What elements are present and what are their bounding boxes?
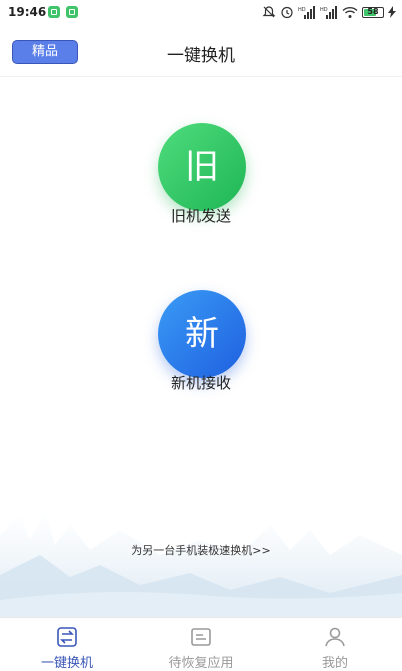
app-notification-icon [48, 6, 60, 18]
tab-restore-apps[interactable]: 待恢复应用 [134, 618, 268, 671]
battery-icon: 58 [362, 6, 384, 18]
tab-one-key-switch[interactable]: 一键换机 [0, 618, 134, 671]
old-phone-send[interactable]: 旧 旧机发送 [0, 123, 402, 233]
svg-text:HD: HD [320, 7, 328, 13]
bottom-tab-bar: 一键换机 待恢复应用 我的 [0, 617, 402, 671]
header: 精品 一键换机 [0, 24, 402, 77]
signal-icon: HD [320, 5, 337, 19]
battery-level: 58 [367, 6, 379, 16]
install-on-another-phone-link[interactable]: 为另一台手机装极速换机>> [0, 542, 402, 558]
user-icon [325, 627, 345, 647]
restore-apps-icon [191, 628, 211, 646]
charging-icon [388, 6, 396, 18]
status-time: 19:46 [8, 5, 47, 19]
new-phone-receive[interactable]: 新 新机接收 [0, 290, 402, 400]
svg-text:HD: HD [298, 7, 306, 13]
signal-icon: HD [298, 5, 315, 19]
new-phone-receive-button[interactable]: 新 [158, 290, 246, 378]
old-phone-send-button[interactable]: 旧 [158, 123, 246, 211]
status-icons: HD HD 58 [262, 4, 396, 20]
page-title: 一键换机 [167, 46, 235, 66]
new-phone-receive-label[interactable]: 新机接收 [0, 372, 402, 393]
old-phone-send-label[interactable]: 旧机发送 [0, 205, 402, 226]
mute-icon [262, 6, 276, 18]
phone-switch-icon [57, 627, 77, 647]
app-notification-icon [66, 6, 78, 18]
tab-mine[interactable]: 我的 [268, 618, 402, 671]
wifi-icon [342, 6, 358, 18]
alarm-icon [281, 6, 293, 19]
status-bar: 19:46 HD HD 58 [0, 0, 402, 24]
